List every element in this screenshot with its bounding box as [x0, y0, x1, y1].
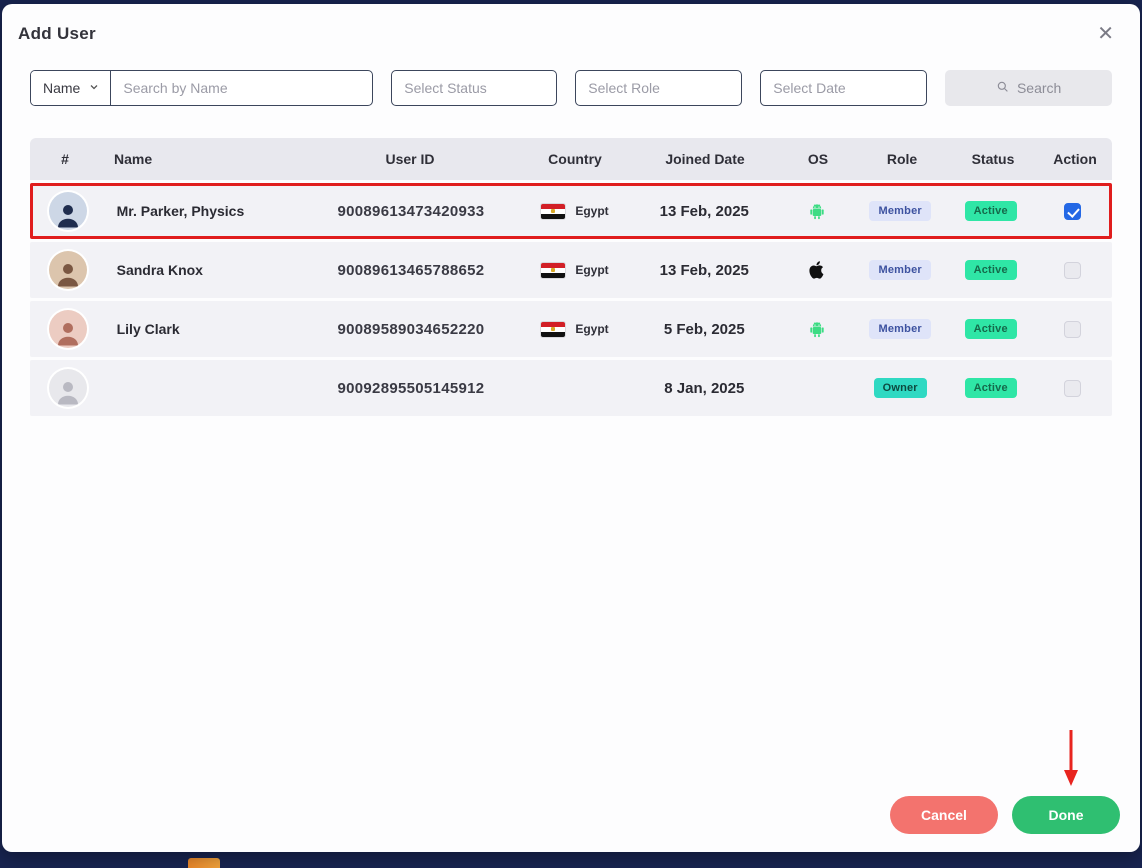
joined-date: 13 Feb, 2025 [659, 261, 749, 279]
user-id: 90092895505145912 [337, 379, 485, 397]
user-id: 90089589034652220 [337, 320, 485, 338]
joined-date: 13 Feb, 2025 [659, 202, 749, 220]
table-row: Mr. Parker, Physics 90089613473420933 Eg… [30, 183, 1112, 239]
name-search-group: Name [30, 70, 374, 106]
user-name: Mr. Parker, Physics [116, 203, 245, 219]
chevron-down-icon [88, 80, 100, 96]
role-badge: Member [869, 201, 931, 221]
search-field-value: Name [43, 80, 81, 96]
done-button[interactable]: Done [1012, 796, 1120, 834]
egypt-flag-icon [541, 203, 566, 219]
status-badge: Active [964, 378, 1017, 398]
role-select-input[interactable] [575, 70, 743, 106]
country-name: Egypt [575, 322, 609, 336]
avatar [48, 369, 87, 407]
user-name: Lily Clark [116, 321, 180, 337]
android-icon [807, 201, 827, 221]
user-id: 90089613465788652 [337, 261, 485, 279]
row-select-checkbox[interactable] [1063, 379, 1081, 397]
role-badge: Member [869, 260, 931, 280]
header-action: Action [1053, 151, 1097, 167]
row-select-checkbox[interactable] [1063, 320, 1081, 338]
add-user-modal: Add User ✕ Name Search # Name User ID [2, 4, 1140, 852]
joined-date: 8 Jan, 2025 [664, 379, 745, 397]
egypt-flag-icon [541, 262, 566, 278]
search-field-dropdown[interactable]: Name [31, 71, 112, 105]
header-index: # [61, 151, 69, 167]
status-select-input[interactable] [391, 70, 558, 106]
date-select-input[interactable] [760, 70, 928, 106]
row-select-checkbox[interactable] [1063, 202, 1081, 220]
user-id: 90089613473420933 [337, 202, 485, 220]
avatar [48, 310, 87, 348]
background-thumbnail [188, 858, 220, 868]
status-badge: Active [964, 201, 1017, 221]
search-button-label: Search [1016, 80, 1062, 96]
header-name: Name [114, 151, 153, 167]
person-icon [57, 382, 78, 405]
modal-header: Add User ✕ [2, 4, 1140, 46]
search-button[interactable]: Search [945, 70, 1112, 106]
person-icon [57, 264, 78, 287]
header-os: OS [807, 151, 829, 167]
row-select-checkbox[interactable] [1063, 261, 1081, 279]
country-name: Egypt [575, 204, 609, 218]
header-country: Country [548, 151, 602, 167]
name-search-input[interactable] [111, 71, 373, 105]
user-name: Sandra Knox [116, 262, 203, 278]
apple-icon [807, 260, 827, 280]
role-badge: Owner [873, 378, 927, 398]
filter-bar: Name Search [30, 70, 1112, 106]
header-role: Role [886, 151, 918, 167]
table-row: Sandra Knox 90089613465788652 Egypt 13 F… [30, 242, 1112, 298]
person-icon [57, 323, 78, 346]
avatar [48, 251, 87, 289]
status-badge: Active [964, 319, 1017, 339]
status-badge: Active [964, 260, 1017, 280]
egypt-flag-icon [541, 321, 566, 337]
header-joined-date: Joined Date [665, 151, 745, 167]
role-badge: Member [869, 319, 931, 339]
avatar [48, 192, 87, 230]
users-table: # Name User ID Country Joined Date OS Ro… [30, 138, 1112, 416]
joined-date: 5 Feb, 2025 [663, 320, 745, 338]
red-arrow-annotation [1064, 730, 1078, 786]
cancel-button[interactable]: Cancel [890, 796, 998, 834]
header-user-id: User ID [385, 151, 435, 167]
table-row: Lily Clark 90089589034652220 Egypt 5 Feb… [30, 301, 1112, 357]
header-status: Status [971, 151, 1015, 167]
country-name: Egypt [575, 263, 609, 277]
modal-title: Add User [18, 24, 96, 43]
table-row: 90092895505145912 8 Jan, 2025 Owner Acti… [30, 360, 1112, 416]
android-icon [807, 319, 827, 339]
close-button[interactable]: ✕ [1093, 22, 1118, 46]
modal-footer: Cancel Done [890, 796, 1120, 834]
person-icon [57, 205, 78, 228]
table-header-row: # Name User ID Country Joined Date OS Ro… [30, 138, 1112, 180]
search-icon [996, 80, 1010, 97]
